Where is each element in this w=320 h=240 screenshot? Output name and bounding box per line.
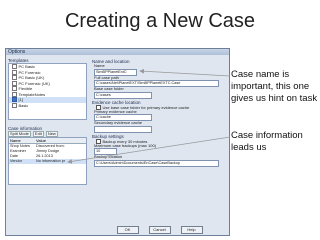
slide-title: Creating a New Case bbox=[64, 10, 256, 32]
base-folder-label: Base case folder bbox=[94, 86, 124, 91]
template-icon bbox=[12, 80, 17, 86]
secondary-cache-input[interactable] bbox=[94, 125, 152, 133]
col-value[interactable]: Value bbox=[35, 138, 65, 143]
table-row-selected[interactable]: Vendor No information provided on the. bbox=[9, 159, 86, 164]
callout-case-name: Case name is important, this one gives u… bbox=[231, 69, 318, 104]
template-icon bbox=[12, 102, 17, 108]
col-extra[interactable] bbox=[65, 138, 86, 143]
max-backups-label: Maximum case backups (max 100) bbox=[94, 142, 157, 148]
new-button[interactable]: New bbox=[45, 130, 58, 138]
dialog-title: Options bbox=[6, 49, 229, 55]
ok-button[interactable]: OK bbox=[116, 226, 139, 234]
case-info-table: Name Value Shop Notes Discovered from me… bbox=[8, 137, 87, 185]
backup-location-input[interactable]: C:\Users\Admin\Documents\EnCase\CaseBack… bbox=[94, 159, 219, 167]
tree-item[interactable]: Basic bbox=[9, 103, 86, 109]
template-icon bbox=[12, 64, 17, 70]
callout-case-info: Case information leads us bbox=[231, 130, 303, 153]
edit-button[interactable]: Edit bbox=[32, 130, 44, 138]
base-folder-input[interactable]: C:\cases bbox=[94, 91, 152, 99]
template-icon bbox=[12, 86, 17, 92]
template-icon bbox=[12, 69, 17, 75]
template-icon bbox=[12, 91, 17, 97]
help-button[interactable]: Help bbox=[180, 226, 203, 234]
cancel-button[interactable]: Cancel bbox=[148, 226, 171, 234]
right-panel: Name and location Name SimBPPlanetExtC F… bbox=[92, 58, 227, 167]
left-panel: Templates PC Basic PC Forensic PC Basic … bbox=[8, 58, 87, 233]
secondary-cache-label: Secondary evidence cache bbox=[94, 120, 143, 125]
templates-tree[interactable]: PC Basic PC Forensic PC Basic (UK) PC Fo… bbox=[8, 63, 87, 120]
primary-cache-label: Primary evidence cache bbox=[94, 108, 137, 114]
dialog-buttons: OK Cancel Help bbox=[92, 226, 227, 234]
col-name[interactable]: Name bbox=[9, 138, 35, 143]
selected-icon bbox=[12, 97, 17, 103]
template-icon bbox=[12, 75, 17, 81]
split-mode-button[interactable]: Split Mode bbox=[8, 130, 31, 138]
options-dialog: Options Templates PC Basic PC Forensic P… bbox=[5, 48, 230, 236]
